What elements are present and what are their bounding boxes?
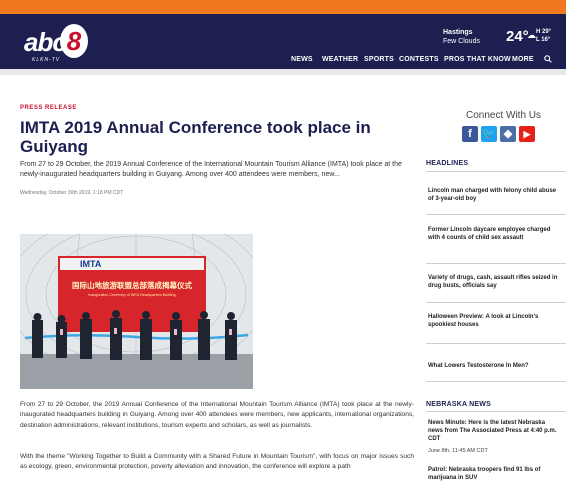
photo-banner-chinese: 国际山地旅游联盟总部落成揭幕仪式	[72, 280, 192, 290]
divider	[426, 214, 566, 215]
divider	[426, 302, 566, 303]
weather-low: L 16°	[536, 37, 551, 43]
twitter-icon[interactable]: 🐦	[481, 126, 497, 142]
divider	[426, 343, 566, 344]
ceremony-photo-illustration: IMTA 国际山地旅游联盟总部落成揭幕仪式 Inauguration Cerem…	[20, 234, 253, 389]
nebraska-news-date-1: June 8th, 11:45 AM CDT	[428, 448, 488, 454]
article-paragraph-1: From 27 to 29 October, the 2019 Annual C…	[20, 401, 414, 429]
facebook-icon[interactable]: f	[462, 126, 478, 142]
article-kicker: PRESS RELEASE	[20, 105, 77, 111]
headline-item-1[interactable]: Lincoln man charged with felony child ab…	[428, 187, 558, 203]
connect-with-us-label: Connect With Us	[466, 110, 542, 121]
headlines-divider	[426, 171, 566, 172]
search-icon[interactable]	[544, 55, 552, 63]
nav-pros-that-know[interactable]: PROS THAT KNOW	[444, 56, 511, 63]
main-nav: NEWS WEATHER SPORTS CONTESTS PROS THAT K…	[0, 56, 566, 66]
headline-item-5[interactable]: What Lowers Testosterone In Men?	[428, 362, 558, 370]
header-shadow-bar	[0, 69, 566, 75]
photo-imta-logo: IMTA	[80, 259, 102, 269]
article-dateline: Wednesday, October 30th 2019, 1:18 PM CD…	[20, 190, 124, 196]
article-summary: From 27 to 29 October, the 2019 Annual C…	[20, 161, 402, 178]
logo-eight-badge: 8	[60, 24, 88, 58]
article-paragraph-2: With the theme "Working Together to Buil…	[20, 453, 414, 471]
nav-contests[interactable]: CONTESTS	[399, 56, 439, 63]
weather-high: H 29°	[536, 29, 552, 35]
top-accent-bar	[0, 0, 566, 14]
headline-item-4[interactable]: Halloween Preview: A look at Lincoln's s…	[428, 313, 558, 329]
nav-news[interactable]: NEWS	[291, 56, 313, 63]
nav-more[interactable]: MORE	[512, 56, 534, 63]
headline-item-2[interactable]: Former Lincoln daycare employee charged …	[428, 226, 558, 242]
nav-weather[interactable]: WEATHER	[322, 56, 358, 63]
divider	[426, 381, 566, 382]
nebraska-news-item-1[interactable]: News Minute: Here is the latest Nebraska…	[428, 419, 558, 443]
nebraska-news-item-2[interactable]: Patrol: Nebraska troopers find 91 lbs of…	[428, 466, 558, 482]
weather-temperature[interactable]: 24°	[506, 28, 529, 45]
nav-sports[interactable]: SPORTS	[364, 56, 394, 63]
divider	[426, 263, 566, 264]
weather-location[interactable]: Hastings Few Clouds	[443, 28, 480, 46]
article-photo[interactable]: IMTA 国际山地旅游联盟总部落成揭幕仪式 Inauguration Cerem…	[20, 234, 253, 389]
nebraska-news-heading: NEBRASKA NEWS	[426, 401, 491, 408]
weather-city: Hastings	[443, 29, 473, 36]
nebraska-news-divider	[426, 411, 566, 412]
partly-cloudy-icon: ☁	[527, 30, 536, 40]
article-title: IMTA 2019 Annual Conference took place i…	[20, 118, 371, 156]
photo-banner-english: Inauguration Ceremony of IMTA Headquarte…	[88, 293, 175, 297]
weather-condition: Few Clouds	[443, 38, 480, 45]
headline-item-3[interactable]: Variety of drugs, cash, assault rifles s…	[428, 274, 558, 290]
app-icon[interactable]: ◆	[500, 126, 516, 142]
headlines-heading: HEADLINES	[426, 160, 469, 167]
weather-high-low: H 29° L 16°	[536, 28, 551, 44]
youtube-icon[interactable]: ▶	[519, 126, 535, 142]
